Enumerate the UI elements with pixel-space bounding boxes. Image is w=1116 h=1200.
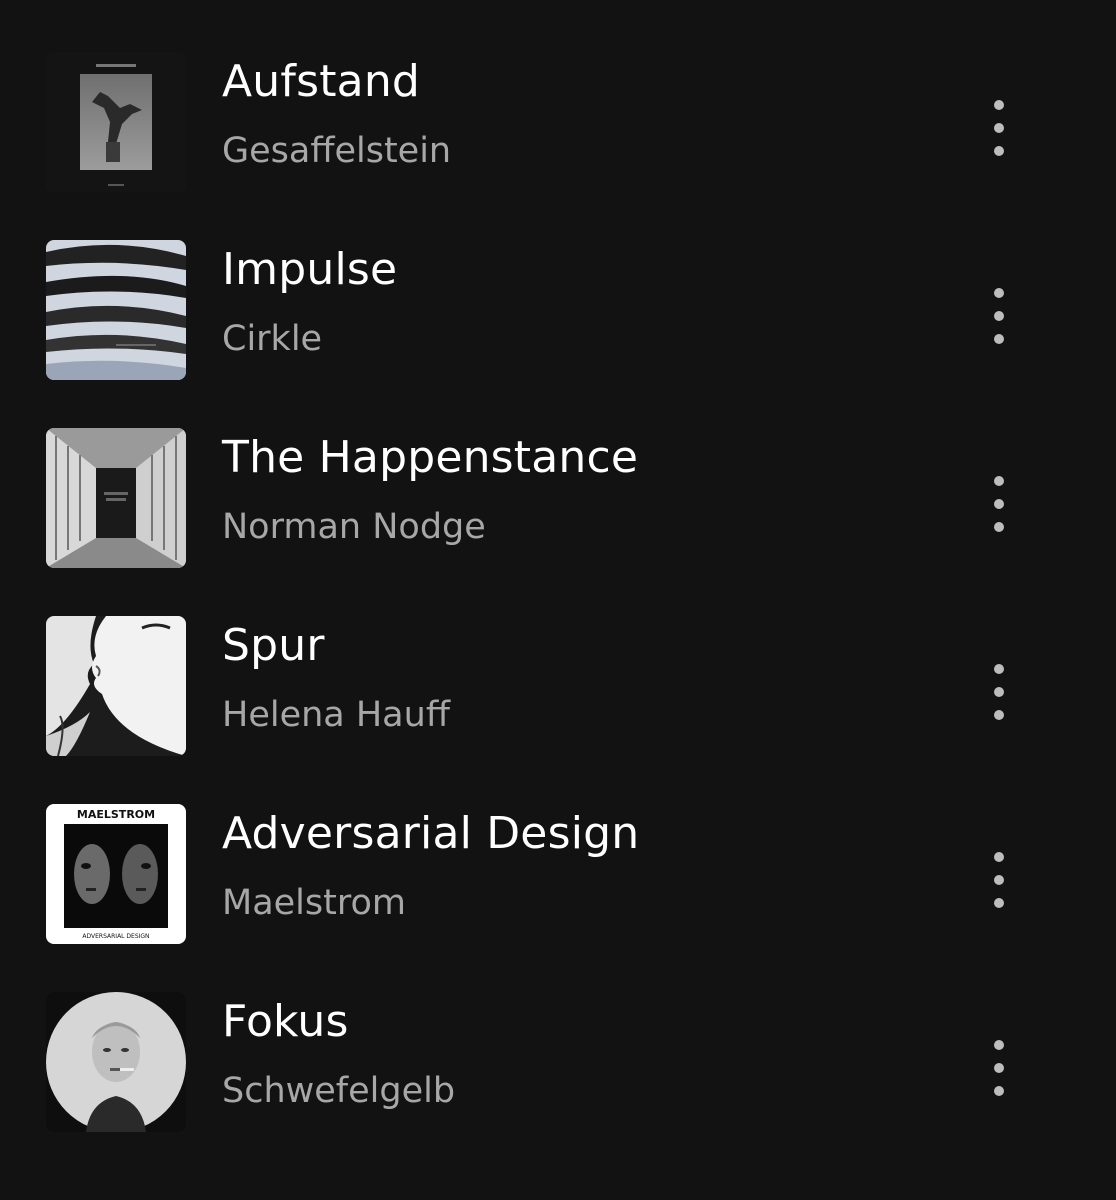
portrait-circle-cover-icon [46,992,186,1132]
track-row[interactable]: MAELSTROM ADVERSARIAL DESIGN Adversarial… [0,804,1116,992]
more-options-button[interactable] [978,92,1020,164]
track-artist: Helena Hauff [222,695,450,735]
dot [994,123,1004,133]
dot [994,499,1004,509]
track-row[interactable]: The Happenstance Norman Nodge [0,428,1116,616]
dot [994,522,1004,532]
album-cover [46,52,186,192]
corridor-cover-icon [46,428,186,568]
vertical-dots-icon [994,100,1004,110]
track-artist: Norman Nodge [222,507,486,547]
double-face-cover-icon: MAELSTROM ADVERSARIAL DESIGN [46,804,186,944]
more-options-button[interactable] [978,1032,1020,1104]
track-title: Adversarial Design [222,808,640,859]
angel-statue-cover-icon [46,52,186,192]
vertical-dots-icon [994,476,1004,486]
dot [994,687,1004,697]
track-title: Impulse [222,244,398,295]
album-cover: MAELSTROM ADVERSARIAL DESIGN [46,804,186,944]
vertical-dots-icon [994,288,1004,298]
dot [994,146,1004,156]
track-title: Aufstand [222,56,421,107]
vertical-dots-icon [994,852,1004,862]
track-artist: Gesaffelstein [222,131,452,171]
dot [994,1086,1004,1096]
cover-text-bottom: ADVERSARIAL DESIGN [82,933,149,940]
track-title: The Happenstance [222,432,639,483]
track-title: Spur [222,620,325,671]
more-options-button[interactable] [978,280,1020,352]
track-row[interactable]: Fokus Schwefelgelb [0,992,1116,1180]
track-list: Aufstand Gesaffelstein Impulse Cirkle Th… [0,0,1116,1200]
track-row[interactable]: Spur Helena Hauff [0,616,1116,804]
faces-kiss-cover-icon [46,616,186,756]
more-options-button[interactable] [978,468,1020,540]
track-row[interactable]: Aufstand Gesaffelstein [0,52,1116,240]
track-artist: Cirkle [222,319,323,359]
dot [994,875,1004,885]
album-cover [46,428,186,568]
track-artist: Maelstrom [222,883,406,923]
track-row[interactable]: Impulse Cirkle [0,240,1116,428]
track-artist: Schwefelgelb [222,1071,456,1111]
vertical-dots-icon [994,1040,1004,1050]
more-options-button[interactable] [978,844,1020,916]
dot [994,1063,1004,1073]
dot [994,334,1004,344]
album-cover [46,992,186,1132]
cover-text-top: MAELSTROM [77,808,155,821]
album-cover [46,616,186,756]
dot [994,710,1004,720]
track-title: Fokus [222,996,349,1047]
album-cover [46,240,186,380]
dot [994,311,1004,321]
water-ripples-cover-icon [46,240,186,380]
vertical-dots-icon [994,664,1004,674]
more-options-button[interactable] [978,656,1020,728]
dot [994,898,1004,908]
